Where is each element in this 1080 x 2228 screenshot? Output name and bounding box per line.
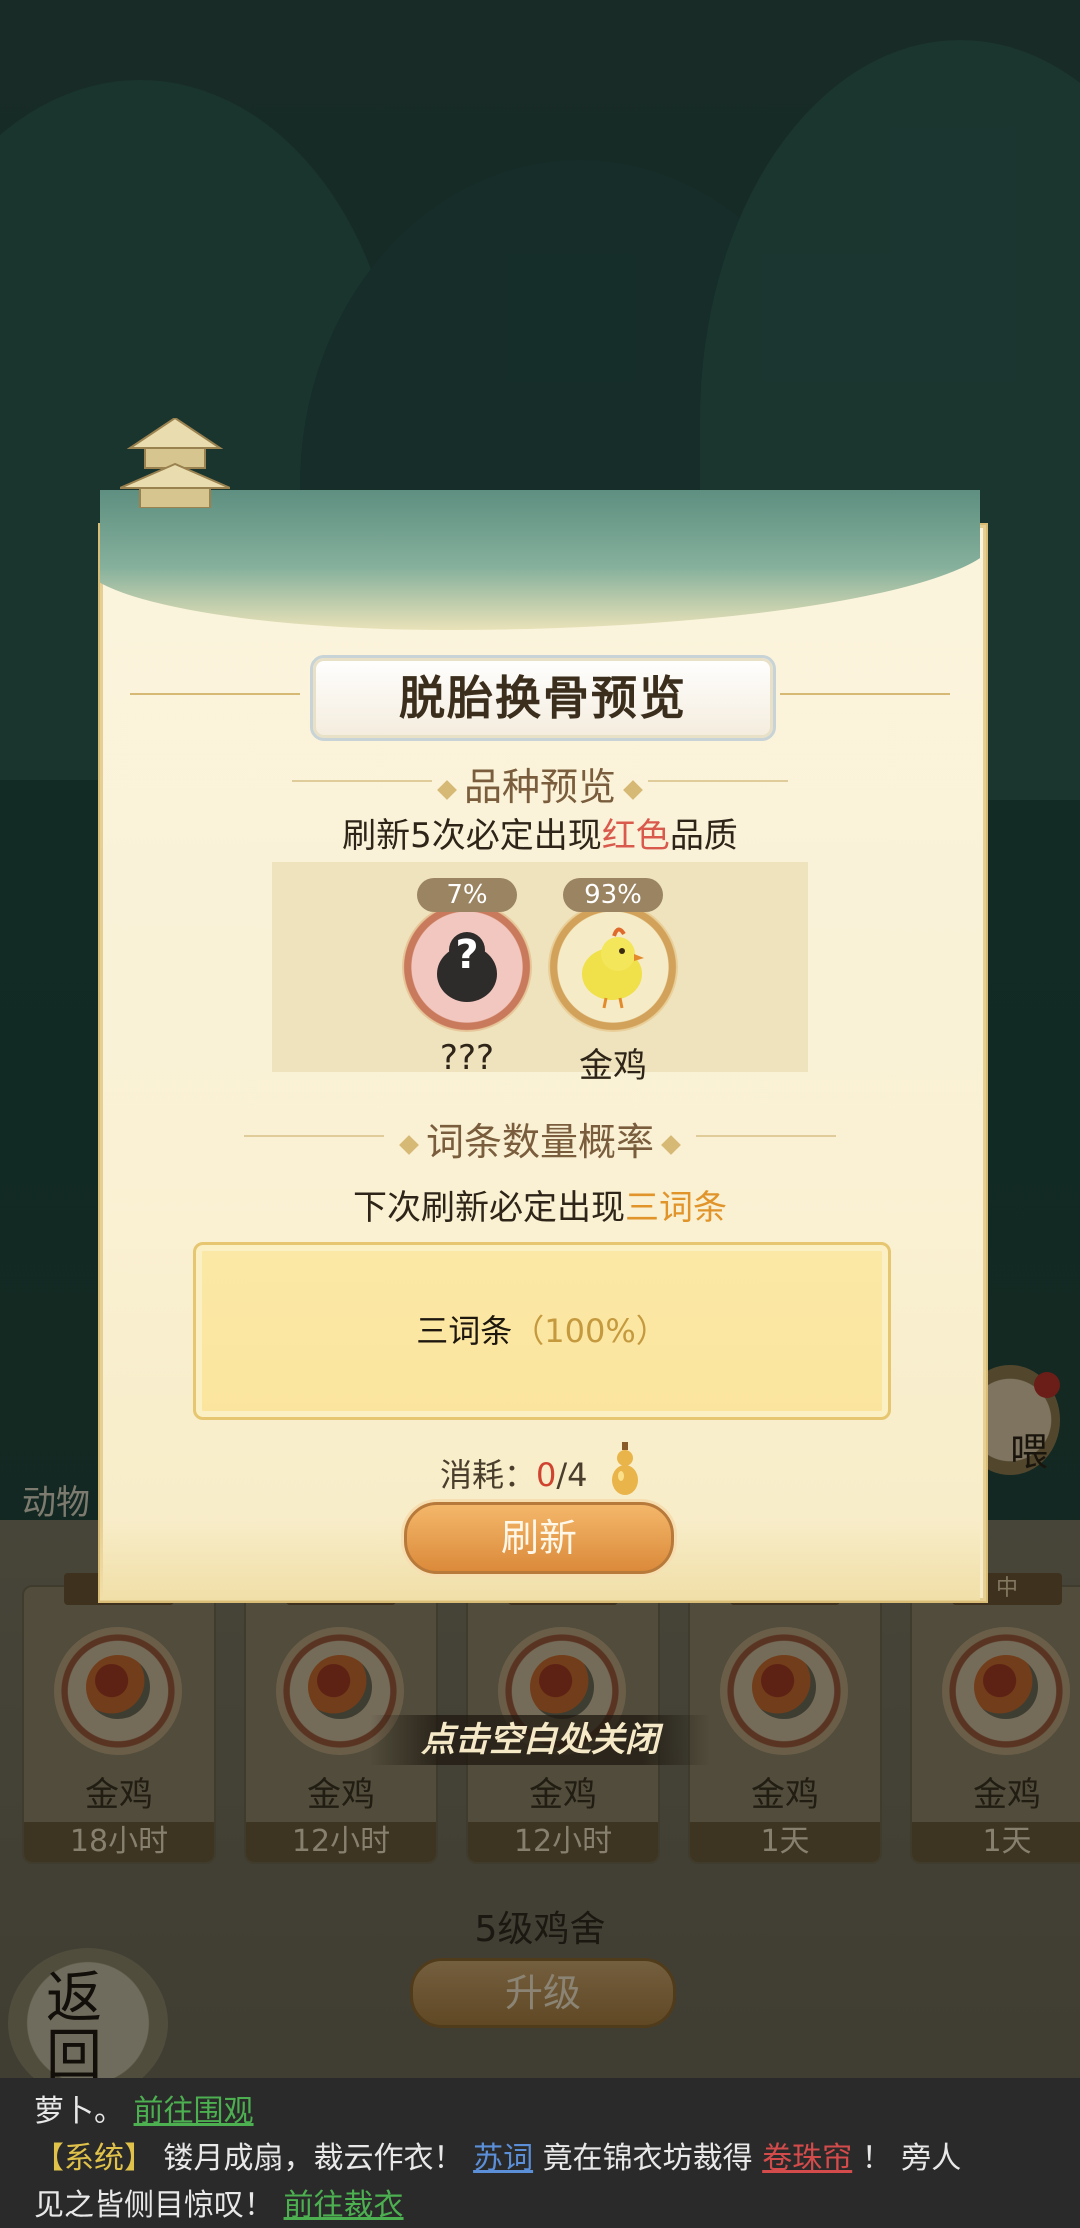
count-section-header: 词条数量概率 — [0, 1111, 1080, 1166]
cost-total: /4 — [556, 1456, 588, 1494]
golden-chick-icon — [562, 916, 664, 1018]
title-ornament-right — [780, 693, 950, 695]
cost-label: 消耗： — [440, 1456, 537, 1494]
count-description: 下次刷新必定出现三词条 — [0, 1180, 1080, 1229]
gourd-icon — [612, 1442, 638, 1495]
dialog-title: 脱胎换骨预览 — [399, 671, 687, 725]
breed-name: 金鸡 — [579, 1046, 647, 1086]
chat-panel[interactable]: 萝卜。 前往围观 【系统】 镂月成扇，裁云作衣！ 苏词 竟在锦衣坊裁得 卷珠帘 … — [0, 2078, 1080, 2228]
breed-name: ??? — [439, 1038, 495, 1078]
breed-percent: 7% — [417, 878, 517, 912]
pavilion-icon — [120, 418, 230, 508]
breed-desc-text: 刷新5次必定出现 — [342, 816, 602, 856]
breed-desc-suffix: 品质 — [669, 816, 738, 856]
svg-text:?: ? — [455, 932, 478, 978]
breed-section-header: 品种预览 — [0, 756, 1080, 811]
wave-decoration — [100, 470, 980, 640]
player-link[interactable]: 苏词 — [473, 2141, 533, 2176]
count-desc-text: 下次刷新必定出现 — [353, 1188, 625, 1228]
breed-desc-highlight: 红色 — [601, 816, 670, 856]
chat-text: 萝卜。 — [34, 2094, 124, 2129]
breed-section-title: 品种预览 — [463, 765, 616, 809]
breed-description: 刷新5次必定出现红色品质 — [0, 808, 1080, 857]
chat-line: 见之皆侧目惊叹！ 前往裁衣 — [34, 2180, 404, 2224]
item-link[interactable]: 卷珠帘 — [762, 2141, 852, 2176]
refresh-button[interactable]: 刷新 — [404, 1502, 674, 1574]
system-tag: 【系统】 — [34, 2141, 154, 2176]
chat-line: 萝卜。 前往围观 — [34, 2086, 254, 2130]
chat-text: 镂月成扇，裁云作衣！ — [163, 2141, 464, 2176]
close-hint[interactable]: 点击空白处关闭 — [370, 1715, 710, 1765]
chat-text: ！ 旁人 — [861, 2141, 962, 2176]
dialog-title-plate: 脱胎换骨预览 — [310, 655, 776, 741]
probability-value: （100%） — [512, 1312, 668, 1350]
cost-current: 0 — [536, 1456, 557, 1494]
count-section-title: 词条数量概率 — [425, 1120, 654, 1164]
unknown-chick-icon: ? — [416, 916, 518, 1018]
chat-line: 【系统】 镂月成扇，裁云作衣！ 苏词 竟在锦衣坊裁得 卷珠帘 ！ 旁人 — [34, 2133, 961, 2177]
chat-link[interactable]: 前往裁衣 — [284, 2188, 404, 2223]
probability-box: 三词条（100%） — [193, 1242, 891, 1420]
cost-display: 消耗：0/4 — [440, 1450, 588, 1496]
probability-label: 三词条 — [416, 1312, 513, 1350]
chat-text: 竟在锦衣坊裁得 — [542, 2141, 753, 2176]
title-ornament-left — [130, 693, 300, 695]
breed-percent: 93% — [563, 878, 663, 912]
chat-link[interactable]: 前往围观 — [134, 2094, 254, 2129]
count-desc-highlight: 三词条 — [625, 1188, 727, 1228]
chat-text: 见之皆侧目惊叹！ — [34, 2188, 274, 2223]
